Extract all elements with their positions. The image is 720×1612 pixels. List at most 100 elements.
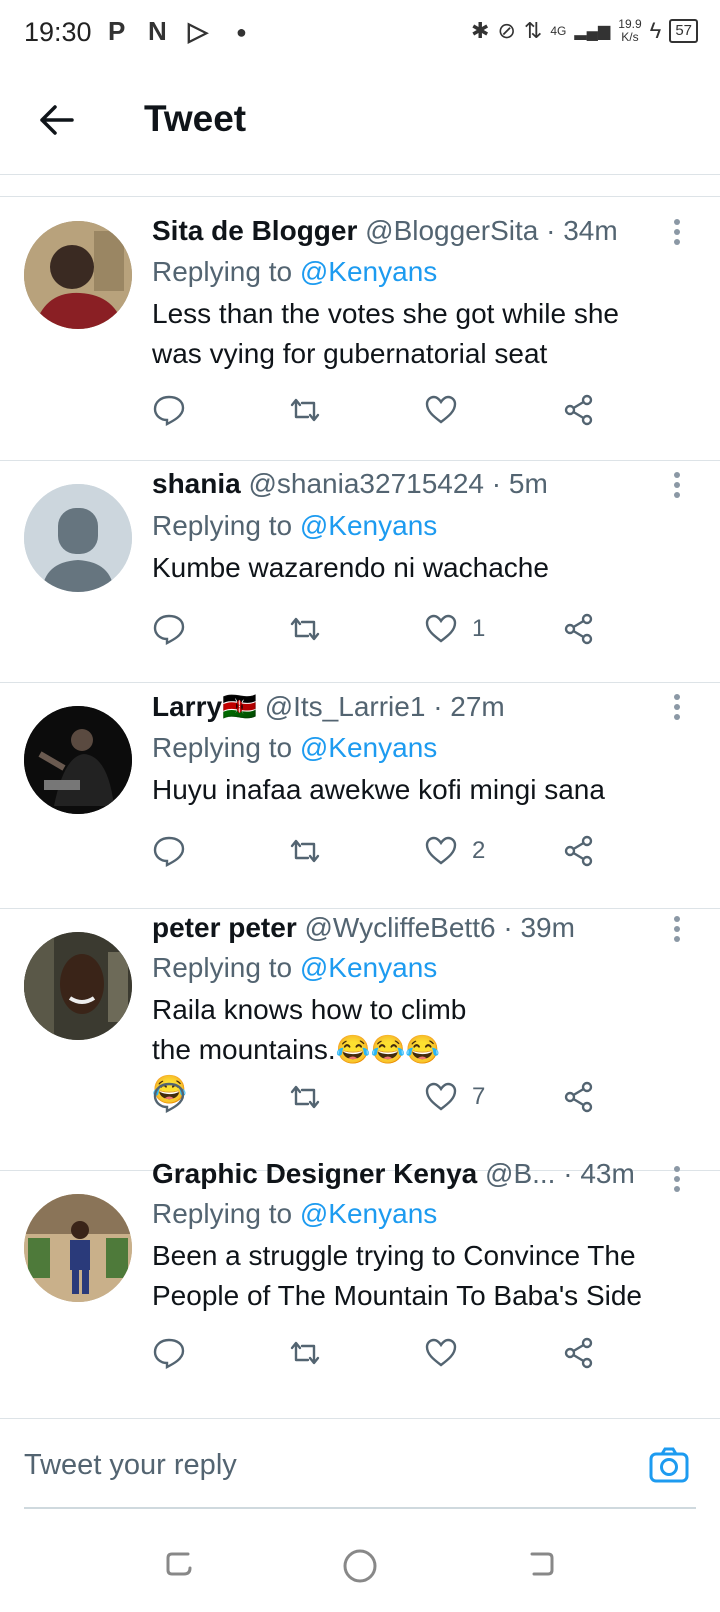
app-header: Tweet xyxy=(0,66,720,175)
heart-icon xyxy=(425,1082,457,1111)
share-button[interactable] xyxy=(562,1080,596,1114)
display-name[interactable]: Larry🇰🇪 xyxy=(152,691,257,722)
more-options-icon[interactable] xyxy=(674,916,682,946)
reply-icon xyxy=(153,836,185,867)
reply-handle-link[interactable]: @Kenyans xyxy=(300,732,437,763)
tweet-header-line: shania @shania32715424 · 5m xyxy=(152,468,656,500)
like-count: 1 xyxy=(472,615,486,642)
retweet-icon xyxy=(290,1085,320,1109)
tweet-time: · 27m xyxy=(433,691,505,722)
more-options-icon[interactable] xyxy=(674,1166,682,1196)
like-button[interactable]: 1 xyxy=(424,612,485,646)
replying-to: Replying to @Kenyans xyxy=(152,510,437,542)
reply-button[interactable] xyxy=(152,1080,186,1114)
reply-handle-link[interactable]: @Kenyans xyxy=(300,952,437,983)
like-button[interactable] xyxy=(424,1336,472,1370)
reply-handle-link[interactable]: @Kenyans xyxy=(300,510,437,541)
tweet-item[interactable]: Sita de Blogger @BloggerSita · 34m Reply… xyxy=(0,197,720,461)
user-handle[interactable]: @shania32715424 xyxy=(248,468,484,499)
recent-apps-icon[interactable] xyxy=(164,1548,196,1580)
share-icon xyxy=(564,1337,593,1369)
tweet-item[interactable]: Larry🇰🇪 @Its_Larrie1 · 27m Replying to @… xyxy=(0,682,720,909)
replying-to: Replying to @Kenyans xyxy=(152,256,437,288)
user-handle[interactable]: @B... xyxy=(485,1158,555,1189)
reply-handle-link[interactable]: @Kenyans xyxy=(300,256,437,287)
tweet-header-line: Graphic Designer Kenya @B... · 43m xyxy=(152,1158,656,1190)
more-options-icon[interactable] xyxy=(674,694,682,724)
default-avatar[interactable] xyxy=(24,484,132,592)
status-bar: 19:30 P N ▷ ● ✱ ⊘ ⇅ 4G ▂▄▆ 19.9 K/s ϟ 57 xyxy=(0,0,720,66)
bluetooth-icon: ✱ xyxy=(471,18,490,43)
reply-handle-link[interactable]: @Kenyans xyxy=(300,1198,437,1229)
reply-composer: Tweet your reply xyxy=(0,1418,720,1509)
back-nav-icon[interactable] xyxy=(524,1548,556,1580)
retweet-button[interactable] xyxy=(288,393,322,427)
like-button[interactable]: 2 xyxy=(424,834,485,868)
back-arrow-icon[interactable] xyxy=(36,100,76,140)
retweet-button[interactable] xyxy=(288,612,322,646)
charging-icon: ϟ xyxy=(649,18,662,43)
share-button[interactable] xyxy=(562,612,596,646)
tweet-item[interactable]: Graphic Designer Kenya @B... · 43m Reply… xyxy=(0,1158,720,1418)
retweet-icon xyxy=(290,398,320,422)
more-options-icon[interactable] xyxy=(674,219,682,249)
heart-icon xyxy=(425,395,457,424)
share-icon xyxy=(564,1081,593,1113)
user-handle[interactable]: @Its_Larrie1 xyxy=(265,691,426,722)
avatar[interactable] xyxy=(24,1194,132,1302)
avatar[interactable] xyxy=(24,221,132,329)
parking-app-icon: P xyxy=(108,16,126,46)
share-icon xyxy=(564,835,593,867)
reply-button[interactable] xyxy=(152,1336,186,1370)
replying-prefix: Replying to xyxy=(152,1198,293,1229)
display-name[interactable]: shania xyxy=(152,468,241,499)
tweet-actions: 7 xyxy=(152,1080,622,1120)
reply-button[interactable] xyxy=(152,834,186,868)
avatar[interactable] xyxy=(24,932,132,1040)
user-handle[interactable]: @BloggerSita xyxy=(365,215,538,246)
status-time: 19:30 xyxy=(24,17,92,47)
reply-button[interactable] xyxy=(152,393,186,427)
data-arrows-icon: ⇅ xyxy=(523,18,543,43)
tweet-item[interactable]: shania @shania32715424 · 5m Replying to … xyxy=(0,460,720,683)
share-button[interactable] xyxy=(562,834,596,868)
retweet-button[interactable] xyxy=(288,1080,322,1114)
tweet-item[interactable]: peter peter @WycliffeBett6 · 39m Replyin… xyxy=(0,908,720,1171)
tweet-actions xyxy=(152,393,622,433)
like-count: 2 xyxy=(472,837,486,864)
reply-icon xyxy=(153,1082,185,1113)
user-handle[interactable]: @WycliffeBett6 xyxy=(305,912,496,943)
replying-prefix: Replying to xyxy=(152,952,293,983)
retweet-icon xyxy=(290,1341,320,1365)
replying-to: Replying to @Kenyans xyxy=(152,952,437,984)
retweet-icon xyxy=(290,839,320,863)
tweet-header-line: peter peter @WycliffeBett6 · 39m xyxy=(152,912,656,944)
retweet-button[interactable] xyxy=(288,1336,322,1370)
camera-icon[interactable] xyxy=(648,1445,690,1485)
retweet-button[interactable] xyxy=(288,834,322,868)
retweet-icon xyxy=(290,617,320,641)
share-button[interactable] xyxy=(562,1336,596,1370)
more-options-icon[interactable] xyxy=(674,472,682,502)
tweet-text: Kumbe wazarendo ni wachache xyxy=(152,552,549,583)
speed-unit: K/s xyxy=(621,30,639,44)
share-button[interactable] xyxy=(562,393,596,427)
replying-to: Replying to @Kenyans xyxy=(152,732,437,764)
home-icon[interactable] xyxy=(342,1548,378,1584)
play-app-icon: ▷ xyxy=(188,16,208,46)
display-name[interactable]: peter peter xyxy=(152,912,297,943)
avatar[interactable] xyxy=(24,706,132,814)
share-icon xyxy=(564,394,593,426)
reply-icon xyxy=(153,1338,185,1369)
heart-icon xyxy=(425,836,457,865)
tweet-time: · 5m xyxy=(491,468,548,499)
reply-input[interactable]: Tweet your reply xyxy=(24,1449,237,1482)
display-name[interactable]: Graphic Designer Kenya xyxy=(152,1158,477,1189)
dnd-icon: ⊘ xyxy=(497,18,516,43)
replying-to: Replying to @Kenyans xyxy=(152,1198,437,1230)
display-name[interactable]: Sita de Blogger xyxy=(152,215,357,246)
like-button[interactable] xyxy=(424,393,472,427)
system-nav-bar xyxy=(0,1510,720,1612)
reply-button[interactable] xyxy=(152,612,186,646)
like-button[interactable]: 7 xyxy=(424,1080,485,1114)
